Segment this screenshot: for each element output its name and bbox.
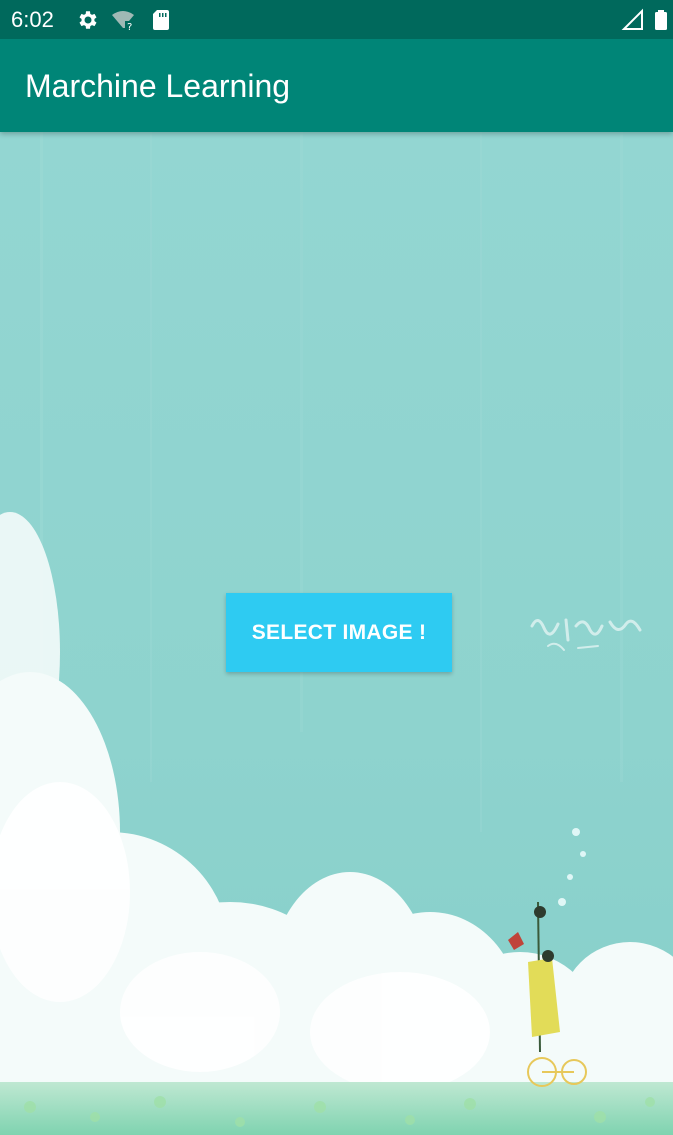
signal-icon: [621, 8, 645, 32]
battery-icon: [649, 8, 673, 32]
sd-card-icon: [149, 8, 173, 32]
wifi-unknown-icon: ?: [111, 8, 135, 32]
app-screen: 6:02 ? Marchine Learning SELECT IMAGE !: [0, 0, 673, 1135]
select-image-button-label: SELECT IMAGE !: [251, 620, 427, 644]
select-image-button[interactable]: SELECT IMAGE !: [226, 593, 452, 672]
gear-icon: [75, 8, 99, 32]
status-time: 6:02: [11, 7, 54, 32]
status-bar: 6:02 ?: [0, 0, 673, 39]
svg-text:?: ?: [127, 22, 132, 32]
app-bar: Marchine Learning: [0, 39, 673, 132]
app-title: Marchine Learning: [25, 68, 291, 104]
handwriting-decoration: [528, 606, 648, 662]
